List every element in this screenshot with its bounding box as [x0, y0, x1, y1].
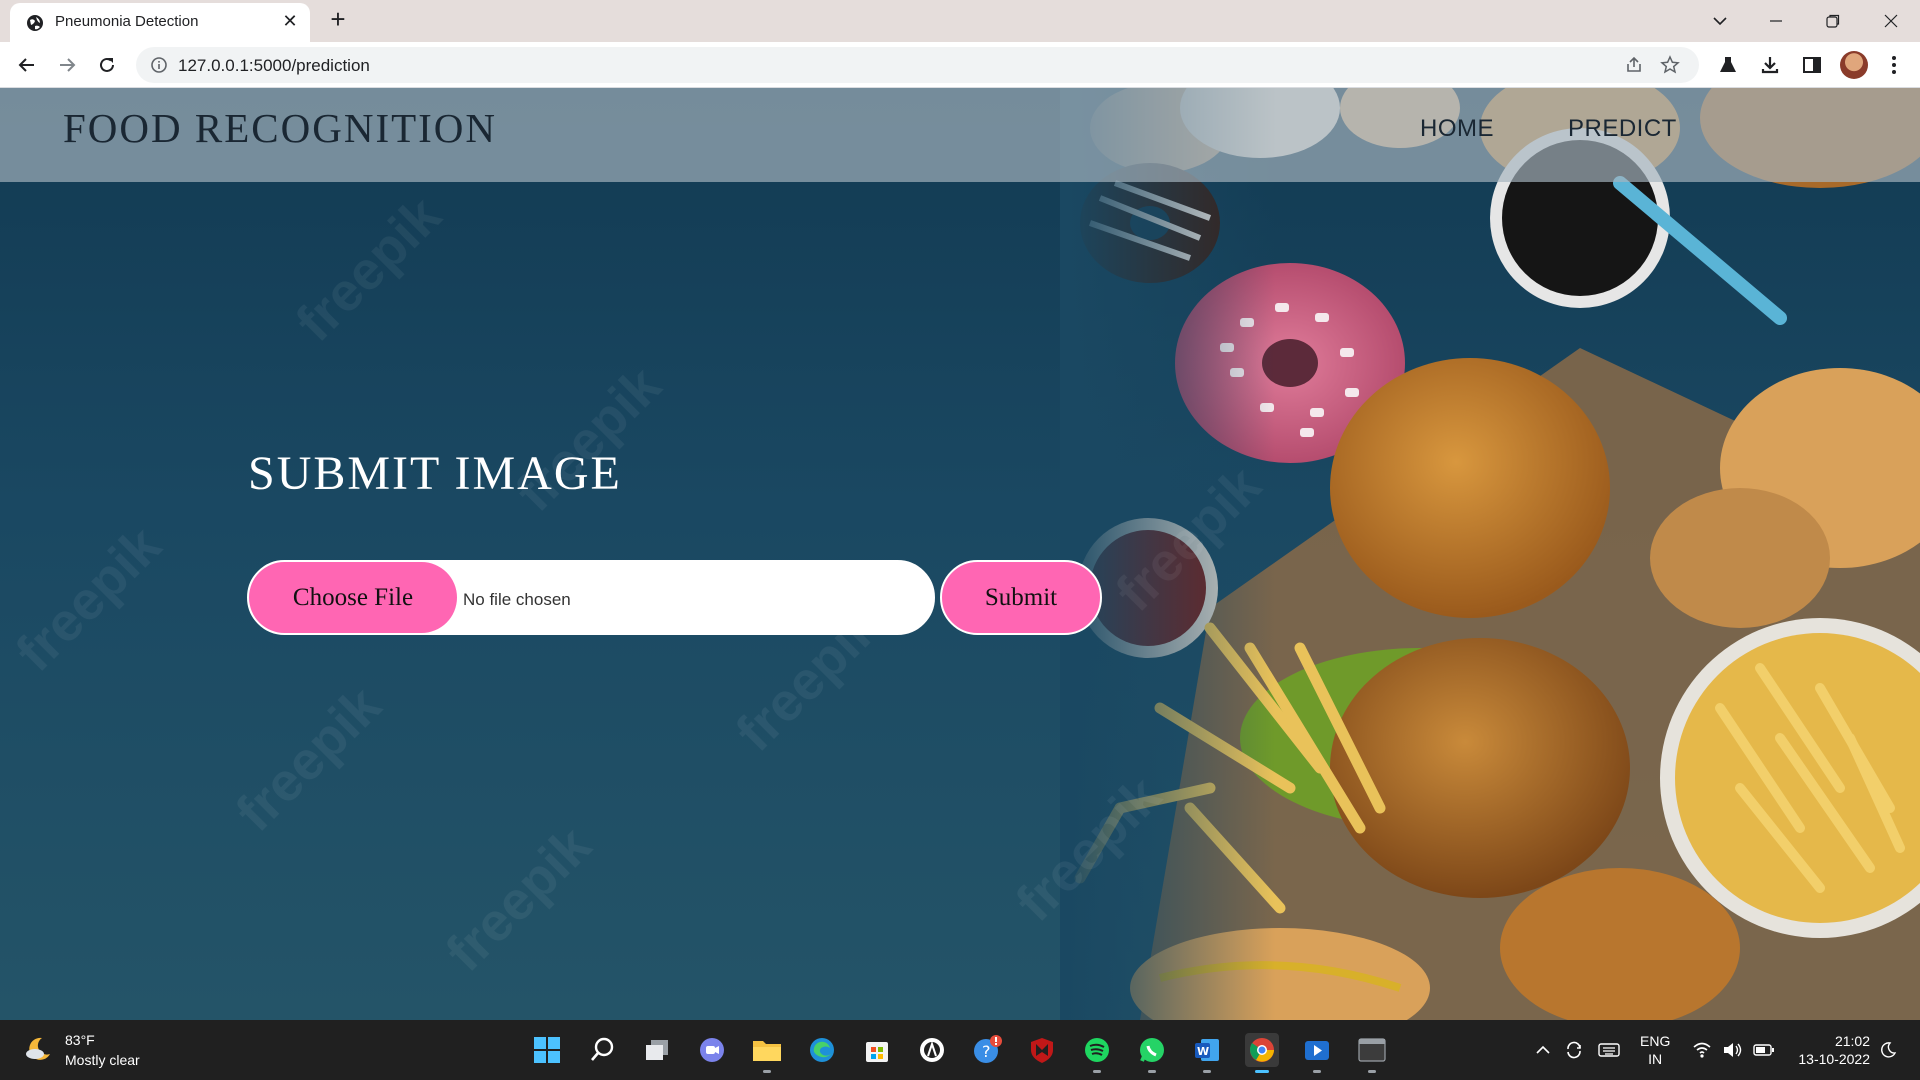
- wifi-icon[interactable]: [1690, 1038, 1714, 1062]
- download-icon[interactable]: [1758, 53, 1782, 77]
- site-info-icon[interactable]: [150, 56, 168, 74]
- close-window-icon[interactable]: [1876, 6, 1906, 36]
- running-indicator: [1203, 1070, 1211, 1073]
- svg-text:?: ?: [982, 1042, 991, 1061]
- page-viewport: freepik freepik freepik freepik freepik …: [0, 88, 1920, 1020]
- search-icon[interactable]: [585, 1033, 619, 1067]
- watermark-text: freepik: [284, 185, 453, 353]
- mcafee-shield-icon[interactable]: [1025, 1033, 1059, 1067]
- clock-time: 21:02: [1834, 1033, 1870, 1049]
- active-indicator: [1255, 1070, 1269, 1073]
- running-indicator: [1093, 1070, 1101, 1073]
- profile-avatar[interactable]: [1840, 51, 1868, 79]
- volume-icon[interactable]: [1720, 1038, 1744, 1062]
- running-indicator: [1148, 1070, 1156, 1073]
- weather-temperature[interactable]: 83°F: [65, 1032, 95, 1048]
- language-code: ENG: [1640, 1033, 1671, 1049]
- watermark-text: freepik: [434, 815, 603, 983]
- globe-icon: [27, 15, 43, 31]
- spotify-icon[interactable]: [1080, 1033, 1114, 1073]
- sync-icon[interactable]: [1562, 1038, 1586, 1062]
- watermark-text: freepik: [4, 515, 173, 683]
- whatsapp-icon[interactable]: [1135, 1033, 1169, 1073]
- labs-flask-icon[interactable]: [1716, 53, 1740, 77]
- weather-description[interactable]: Mostly clear: [65, 1052, 140, 1068]
- app-circle-icon[interactable]: [915, 1033, 949, 1067]
- svg-text:W: W: [1197, 1045, 1209, 1058]
- teams-chat-icon[interactable]: [695, 1033, 729, 1067]
- page-title: SUBMIT IMAGE: [248, 447, 622, 500]
- address-bar[interactable]: 127.0.0.1:5000/prediction: [136, 47, 1699, 83]
- file-input[interactable]: Choose File No file chosen: [247, 560, 935, 635]
- submit-button[interactable]: Submit: [940, 560, 1102, 635]
- browser-titlebar: Pneumonia Detection ✕ +: [0, 0, 1920, 42]
- clock-date: 13-10-2022: [1798, 1051, 1870, 1067]
- start-windows-icon[interactable]: [530, 1033, 564, 1067]
- restore-icon[interactable]: [1818, 6, 1848, 36]
- share-icon[interactable]: [1623, 54, 1645, 76]
- language-region: IN: [1648, 1051, 1663, 1067]
- choose-file-button[interactable]: Choose File: [249, 562, 457, 633]
- nav-link-home[interactable]: HOME: [1420, 115, 1494, 143]
- side-panel-icon[interactable]: [1800, 53, 1824, 77]
- menu-kebab-icon[interactable]: [1882, 53, 1906, 77]
- running-indicator: [1313, 1070, 1321, 1073]
- media-player-icon[interactable]: [1300, 1033, 1334, 1073]
- keyboard-icon[interactable]: [1597, 1038, 1621, 1062]
- tab-search-chevron-icon[interactable]: [1705, 6, 1735, 36]
- language-indicator[interactable]: ENG IN: [1640, 1032, 1670, 1068]
- word-icon[interactable]: W: [1190, 1033, 1224, 1073]
- browser-tab[interactable]: Pneumonia Detection ✕: [10, 3, 310, 42]
- browser-toolbar: 127.0.0.1:5000/prediction: [0, 42, 1920, 88]
- file-explorer-icon[interactable]: [750, 1033, 784, 1073]
- back-icon[interactable]: [14, 52, 40, 78]
- running-indicator: [1368, 1070, 1376, 1073]
- weather-moon-cloud-icon[interactable]: [24, 1034, 54, 1064]
- reload-icon[interactable]: [94, 52, 120, 78]
- battery-icon[interactable]: [1752, 1038, 1776, 1062]
- tab-title: Pneumonia Detection: [55, 13, 199, 30]
- system-clock[interactable]: 21:02 13-10-2022: [1790, 1032, 1870, 1068]
- running-indicator: [763, 1070, 771, 1073]
- windows-taskbar: 83°F Mostly clear ? W ENG IN 21:02 13-10…: [0, 1020, 1920, 1080]
- task-view-icon[interactable]: [640, 1033, 674, 1067]
- minimize-icon[interactable]: [1761, 6, 1791, 36]
- watermark-text: freepik: [224, 675, 393, 843]
- close-tab-icon[interactable]: ✕: [280, 11, 300, 31]
- bookmark-star-icon[interactable]: [1659, 54, 1681, 76]
- microsoft-store-icon[interactable]: [860, 1033, 894, 1067]
- file-status-text: No file chosen: [463, 590, 571, 609]
- edge-browser-icon[interactable]: [805, 1033, 839, 1067]
- forward-icon[interactable]: [54, 52, 80, 78]
- terminal-icon[interactable]: [1355, 1033, 1389, 1073]
- new-tab-button[interactable]: +: [325, 6, 351, 33]
- site-header: FOOD RECOGNITION HOME PREDICT: [0, 88, 1920, 182]
- url-text: 127.0.0.1:5000/prediction: [178, 56, 370, 75]
- chevron-up-icon[interactable]: [1531, 1038, 1555, 1062]
- chrome-beta-icon[interactable]: [1245, 1033, 1279, 1073]
- do-not-disturb-moon-icon[interactable]: [1876, 1038, 1900, 1062]
- nav-link-predict[interactable]: PREDICT: [1568, 115, 1677, 143]
- get-help-icon[interactable]: ?: [970, 1033, 1004, 1067]
- site-brand[interactable]: FOOD RECOGNITION: [63, 104, 497, 152]
